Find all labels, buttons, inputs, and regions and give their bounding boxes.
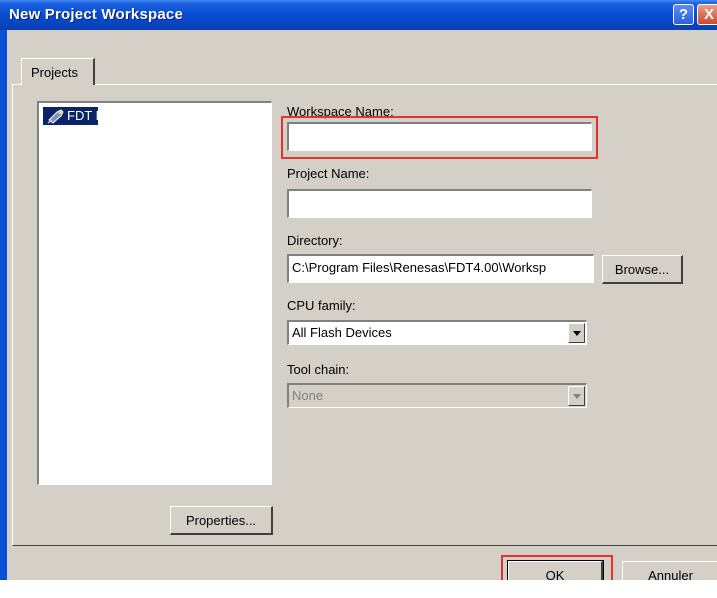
cpu-family-label: CPU family: xyxy=(287,298,356,313)
tab-projects[interactable]: Projects xyxy=(21,58,95,85)
list-item-label: FDT Project Generator xyxy=(67,108,199,123)
directory-label: Directory: xyxy=(287,233,343,248)
tab-projects-label: Projects xyxy=(31,65,78,80)
window-title: New Project Workspace xyxy=(9,6,183,23)
project-name-field[interactable] xyxy=(287,189,592,218)
project-name-label: Project Name: xyxy=(287,166,370,181)
cpu-family-value: All Flash Devices xyxy=(292,325,392,340)
project-type-list[interactable]: FDT Project Generator xyxy=(37,101,272,485)
tool-chain-dropdown: None xyxy=(287,383,587,408)
directory-field[interactable]: C:\Program Files\Renesas\FDT4.00\Worksp xyxy=(287,254,594,283)
close-button[interactable]: X xyxy=(697,4,717,25)
properties-button[interactable]: Properties... xyxy=(170,506,273,535)
help-button[interactable]: ? xyxy=(673,4,694,25)
workspace-name-label: Workspace Name: xyxy=(287,104,394,119)
list-item-fdt-project-generator[interactable]: FDT Project Generator xyxy=(43,107,198,125)
browse-button[interactable]: Browse... xyxy=(602,255,683,284)
dialog-window: New Project Workspace ? X Projects FDT P… xyxy=(0,0,717,580)
cancel-button[interactable]: Annuler xyxy=(622,561,717,580)
cpu-family-dropdown[interactable]: All Flash Devices xyxy=(287,320,587,345)
title-bar[interactable]: New Project Workspace ? X xyxy=(0,0,717,30)
chevron-down-icon xyxy=(568,386,585,406)
ok-button[interactable]: OK xyxy=(507,560,604,580)
chevron-down-icon[interactable] xyxy=(568,323,585,343)
workspace-name-field[interactable] xyxy=(287,122,592,151)
tool-chain-label: Tool chain: xyxy=(287,362,350,377)
tool-chain-value: None xyxy=(292,388,324,403)
window-border xyxy=(0,30,7,580)
project-generator-icon xyxy=(47,109,64,124)
